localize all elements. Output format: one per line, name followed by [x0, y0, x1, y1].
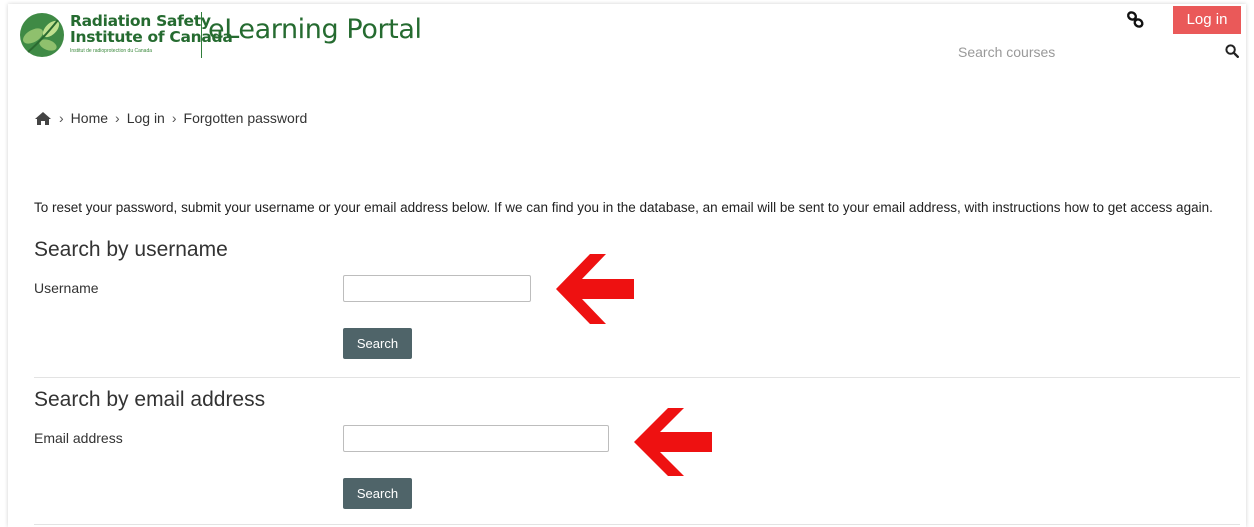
breadcrumb-current: Forgotten password — [183, 110, 308, 126]
search-icon[interactable] — [1225, 44, 1239, 58]
breadcrumb-log-in[interactable]: Log in — [127, 110, 165, 126]
search-email-button[interactable]: Search — [343, 478, 412, 509]
breadcrumb: › Home › Log in › Forgotten password — [34, 110, 307, 126]
portal-title[interactable]: eLearning Portal — [208, 14, 422, 45]
red-arrow-icon — [634, 408, 712, 476]
search-username-button[interactable]: Search — [343, 328, 412, 359]
home-icon[interactable] — [34, 111, 52, 126]
username-label: Username — [34, 280, 99, 296]
section-divider — [34, 377, 1240, 378]
email-label: Email address — [34, 430, 123, 446]
username-input[interactable] — [343, 275, 531, 302]
login-button[interactable]: Log in — [1173, 6, 1241, 34]
breadcrumb-separator: › — [171, 110, 177, 126]
red-arrow-icon — [556, 254, 634, 324]
link-icon[interactable] — [1124, 9, 1146, 31]
section-divider — [34, 524, 1240, 525]
email-section-heading: Search by email address — [34, 388, 266, 411]
rsic-leaf-logo — [20, 13, 64, 57]
search-courses-input[interactable] — [958, 40, 1220, 64]
breadcrumb-separator: › — [59, 110, 64, 126]
username-section-heading: Search by username — [34, 238, 228, 261]
brand-divider — [201, 12, 202, 58]
brand-line-3: Institut de radioprotection du Canada — [70, 48, 152, 54]
reset-instructions: To reset your password, submit your user… — [34, 200, 1213, 215]
breadcrumb-separator: › — [115, 110, 120, 126]
email-input[interactable] — [343, 425, 609, 452]
breadcrumb-home[interactable]: Home — [71, 110, 108, 126]
